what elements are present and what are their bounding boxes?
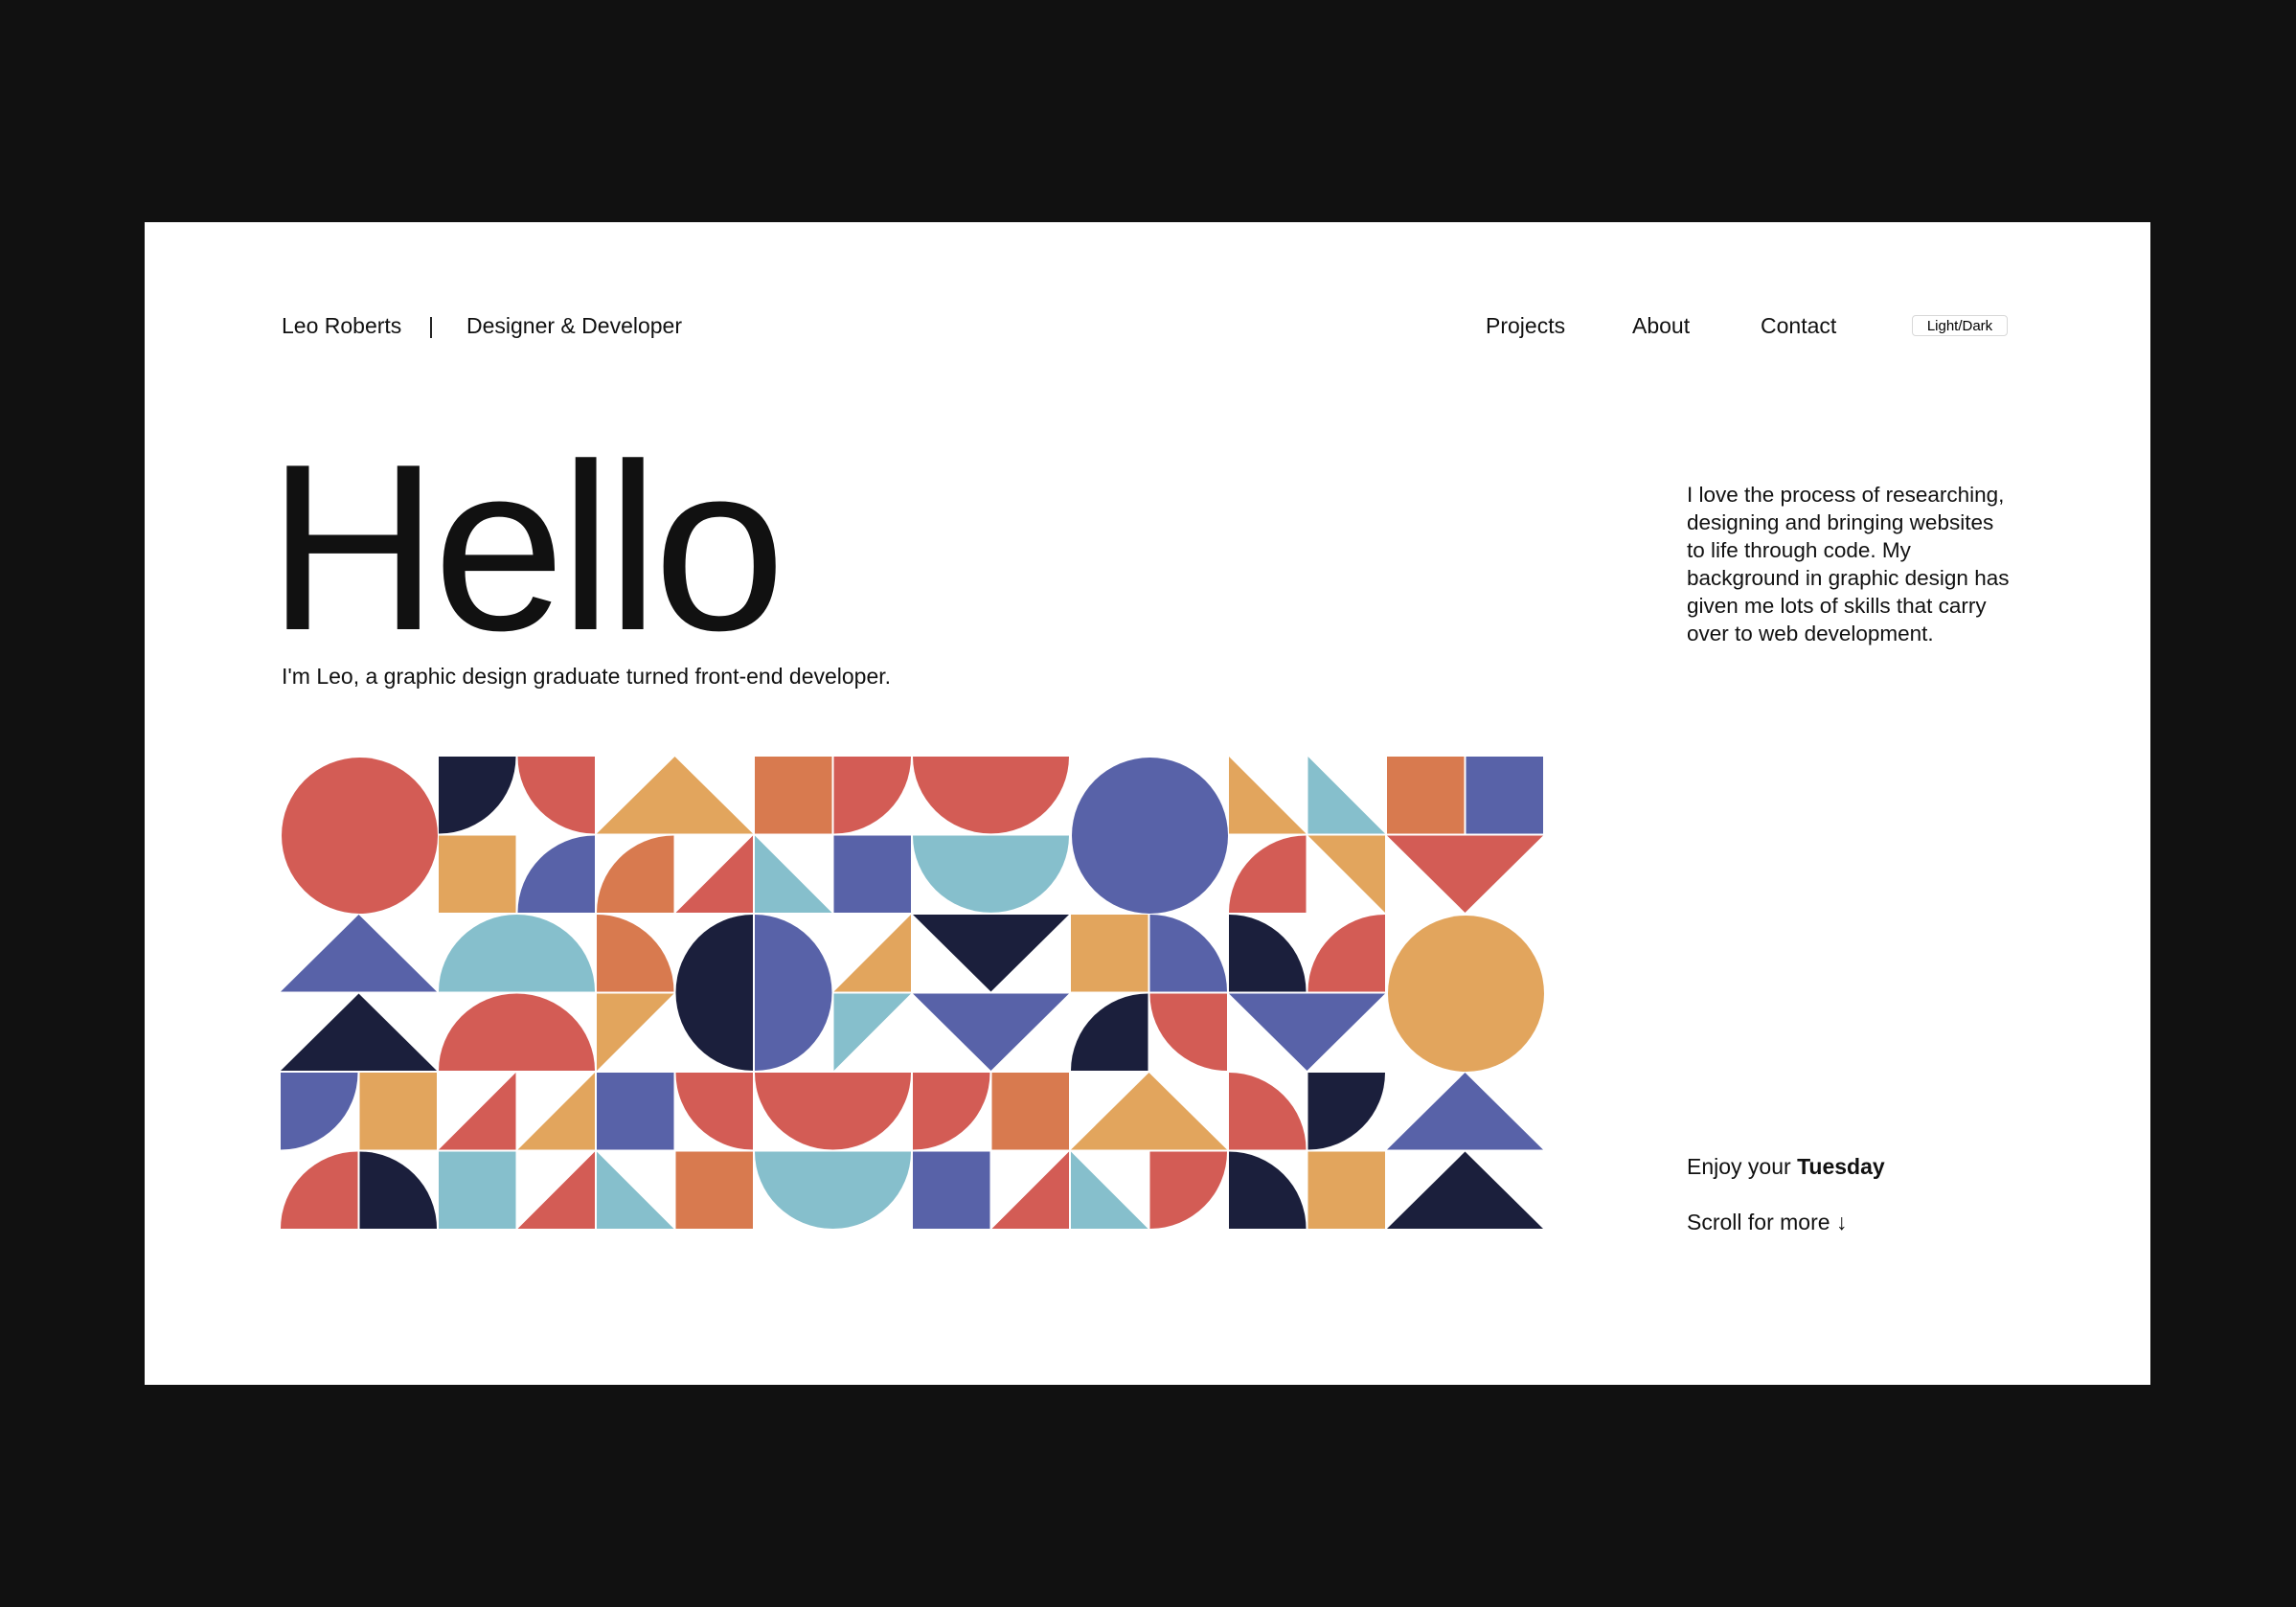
pattern-shape-rt bbox=[597, 1151, 674, 1229]
hero-title: Hello bbox=[267, 414, 785, 680]
pattern-shape-circle bbox=[282, 758, 438, 914]
pattern-shape-semi bbox=[755, 1073, 911, 1150]
pattern-shape-q bbox=[517, 757, 595, 834]
pattern-shape-rt bbox=[517, 1073, 595, 1150]
pattern-shape-rt bbox=[1229, 757, 1307, 834]
pattern-shape-q bbox=[833, 757, 911, 834]
pattern-shape-q bbox=[597, 915, 674, 992]
day-greeting: Enjoy your Tuesday bbox=[1687, 1153, 1885, 1180]
nav-about-link[interactable]: About bbox=[1632, 312, 1690, 339]
pattern-shape-q bbox=[517, 835, 595, 913]
pattern-shape-sq bbox=[1387, 757, 1465, 834]
pattern-shape-sq bbox=[359, 1073, 437, 1150]
pattern-shape-q bbox=[675, 1073, 753, 1150]
geometric-pattern bbox=[281, 757, 1544, 1229]
pattern-shape-rt bbox=[833, 993, 911, 1071]
pattern-shape-tri bbox=[1387, 835, 1543, 913]
pattern-shape-q bbox=[1229, 1151, 1307, 1229]
pattern-shape-q bbox=[439, 757, 516, 834]
pattern-shape-sq bbox=[597, 1073, 674, 1150]
pattern-shape-hc bbox=[755, 915, 832, 1071]
pattern-shape-rt bbox=[675, 835, 753, 913]
pattern-shape-sq bbox=[1307, 1151, 1385, 1229]
nav-projects-link[interactable]: Projects bbox=[1486, 312, 1565, 339]
page-card: Leo Roberts | Designer & Developer Proje… bbox=[145, 222, 2150, 1385]
pattern-shape-semi bbox=[913, 757, 1069, 834]
pattern-shape-semi bbox=[439, 993, 595, 1071]
pattern-shape-tri bbox=[281, 993, 437, 1071]
pattern-shape-tri bbox=[1229, 993, 1385, 1071]
pattern-shape-q bbox=[1149, 915, 1227, 992]
pattern-shape-tri bbox=[1387, 1151, 1543, 1229]
pattern-shape-rt bbox=[755, 835, 832, 913]
pattern-shape-sq bbox=[1466, 757, 1543, 834]
brand-separator: | bbox=[428, 313, 434, 338]
intro-paragraph: I love the process of researching, desig… bbox=[1687, 483, 2010, 645]
pattern-shape-rt bbox=[1307, 835, 1385, 913]
greeting-prefix: Enjoy your bbox=[1687, 1154, 1791, 1179]
pattern-shape-rt bbox=[597, 993, 674, 1071]
pattern-shape-tri bbox=[913, 993, 1069, 1071]
pattern-shape-sq bbox=[439, 835, 516, 913]
pattern-shape-sq bbox=[913, 1151, 990, 1229]
pattern-shape-q bbox=[359, 1151, 437, 1229]
pattern-shape-rt bbox=[517, 1151, 595, 1229]
pattern-shape-sq bbox=[833, 835, 911, 913]
nav-contact-link[interactable]: Contact bbox=[1761, 312, 1836, 339]
pattern-shape-q bbox=[281, 1073, 358, 1150]
pattern-shape-q bbox=[281, 1151, 358, 1229]
hero-subtitle: I'm Leo, a graphic design graduate turne… bbox=[282, 664, 892, 689]
pattern-shape-rt bbox=[1071, 1151, 1148, 1229]
pattern-shape-rt bbox=[439, 1073, 516, 1150]
pattern-shape-sq bbox=[755, 757, 832, 834]
pattern-shape-q bbox=[1071, 993, 1148, 1071]
pattern-shape-tri bbox=[913, 915, 1069, 992]
pattern-shape-rt bbox=[991, 1151, 1069, 1229]
pattern-shape-circle bbox=[1388, 916, 1544, 1072]
site-owner-role: Designer & Developer bbox=[466, 313, 683, 338]
pattern-shape-sq bbox=[1071, 915, 1148, 992]
pattern-shape-q bbox=[1149, 993, 1227, 1071]
pattern-shape-q bbox=[1307, 915, 1385, 992]
greeting-day: Tuesday bbox=[1797, 1154, 1885, 1179]
pattern-shape-q bbox=[597, 835, 674, 913]
pattern-shape-tri bbox=[1387, 1073, 1543, 1150]
pattern-shape-hc bbox=[675, 915, 753, 1071]
pattern-shape-rt bbox=[833, 915, 911, 992]
scroll-for-more-link[interactable]: Scroll for more ↓ bbox=[1687, 1209, 1847, 1235]
pattern-shape-tri bbox=[597, 757, 753, 834]
pattern-shape-semi bbox=[913, 835, 1069, 913]
pattern-shape-semi bbox=[439, 915, 595, 992]
pattern-shape-circle bbox=[1072, 758, 1228, 914]
site-owner-name[interactable]: Leo Roberts bbox=[282, 312, 401, 339]
pattern-shape-q bbox=[1149, 1151, 1227, 1229]
pattern-shape-q bbox=[1229, 835, 1307, 913]
pattern-shape-semi bbox=[755, 1151, 911, 1229]
pattern-shape-q bbox=[1229, 1073, 1307, 1150]
theme-toggle-button[interactable]: Light/Dark bbox=[1912, 315, 2008, 336]
pattern-shape-q bbox=[1307, 1073, 1385, 1150]
pattern-shape-q bbox=[913, 1073, 990, 1150]
pattern-shape-q bbox=[1229, 915, 1307, 992]
pattern-shape-sq bbox=[675, 1151, 753, 1229]
pattern-shape-sq bbox=[991, 1073, 1069, 1150]
pattern-shape-rt bbox=[1307, 757, 1385, 834]
pattern-shape-sq bbox=[439, 1151, 516, 1229]
pattern-shape-tri bbox=[281, 915, 437, 992]
pattern-shape-tri bbox=[1071, 1073, 1227, 1150]
